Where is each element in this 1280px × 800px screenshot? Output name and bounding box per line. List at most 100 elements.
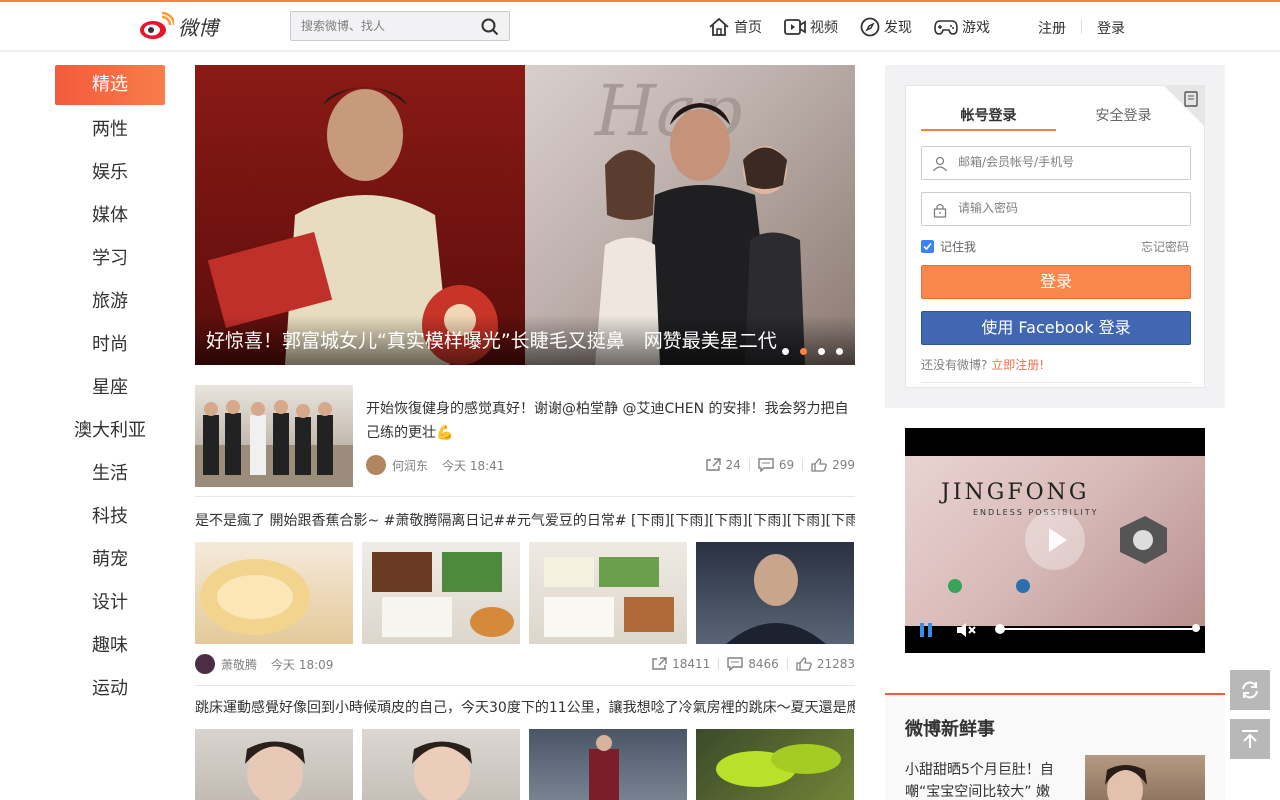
login-tabs: 帐号登录 安全登录 [921, 101, 1191, 131]
category-item[interactable]: 时尚 [55, 323, 165, 366]
feed-post: 开始恢復健身的感觉真好！谢谢@柏堂静 @艾迪CHEN 的安排！我会努力把自己练的… [195, 385, 855, 497]
food-image [372, 552, 514, 637]
news-title: 微博新鲜事 [905, 719, 995, 740]
register-now-link[interactable]: 立即注册! [991, 358, 1044, 372]
login-button[interactable]: 登录 [921, 265, 1191, 299]
video-progress-bar[interactable] [997, 628, 1197, 630]
ad-brand: JINGFONG [941, 480, 1090, 505]
tab-secure-login[interactable]: 安全登录 [1056, 101, 1191, 131]
login-panel: 帐号登录 安全登录 记住我 忘记密码 登录 使用 Facebook 登录 还没有… [885, 65, 1225, 408]
carousel-dot[interactable] [836, 348, 843, 355]
post-image[interactable] [696, 542, 854, 644]
post-image[interactable] [195, 542, 353, 644]
post-text[interactable]: 开始恢復健身的感觉真好！谢谢@柏堂静 @艾迪CHEN 的安排！我会努力把自己练的… [366, 397, 855, 445]
hero-carousel[interactable]: Hap 好惊喜！郭富城女儿“真实模样曝光”长睫毛又挺鼻 网赞最美星二代 [195, 65, 855, 365]
post-image[interactable] [362, 729, 520, 800]
remember-me[interactable]: 记住我 [921, 238, 976, 255]
avatar[interactable] [195, 654, 215, 674]
post-meta: 何润东 今天 18:41 [366, 455, 504, 475]
like-button[interactable]: 21283 [796, 657, 855, 671]
nav-game[interactable]: 游戏 [934, 17, 990, 37]
like-count: 299 [832, 458, 855, 472]
category-item[interactable]: 生活 [55, 452, 165, 495]
post-author[interactable]: 何润东 [392, 457, 428, 474]
category-item[interactable]: 娱乐 [55, 151, 165, 194]
post-time: 今天 18:41 [442, 458, 505, 473]
weibo-logo[interactable]: 微博 [138, 8, 218, 44]
carousel-dot[interactable] [818, 348, 825, 355]
gamepad-icon [934, 20, 958, 35]
category-item[interactable]: 学习 [55, 237, 165, 280]
avatar[interactable] [366, 455, 386, 475]
comment-button[interactable]: 69 [758, 458, 794, 472]
home-icon [709, 17, 729, 36]
news-thumbnail[interactable] [1085, 755, 1205, 800]
back-to-top-button[interactable] [1230, 719, 1270, 759]
remember-checkbox[interactable] [921, 240, 934, 253]
category-item[interactable]: 运动 [55, 667, 165, 710]
person-image [726, 554, 826, 644]
progress-handle[interactable] [995, 624, 1005, 634]
weibo-logo-icon [140, 11, 174, 39]
category-item[interactable]: 趣味 [55, 624, 165, 667]
no-account-text: 还没有微博? [921, 358, 988, 372]
forgot-password-link[interactable]: 忘记密码 [1141, 238, 1189, 255]
category-item-featured[interactable]: 精选 [55, 65, 165, 105]
post-image[interactable] [195, 729, 353, 800]
comment-icon [758, 458, 774, 472]
post-text[interactable]: 跳床運動感覺好像回到小時候頑皮的自己，今天30度下的11公里，讓我想唸了冷氣房裡… [195, 697, 855, 717]
repost-button[interactable]: 18411 [651, 657, 710, 671]
carousel-dot[interactable] [782, 348, 789, 355]
hero-caption[interactable]: 好惊喜！郭富城女儿“真实模样曝光”长睫毛又挺鼻 网赞最美星二代 [206, 326, 777, 353]
post-author[interactable]: 萧敬腾 [221, 656, 257, 673]
search-input[interactable] [291, 12, 471, 40]
category-item[interactable]: 澳大利亚 [55, 409, 165, 452]
post-thumbnail[interactable] [195, 385, 353, 487]
like-button[interactable]: 299 [811, 458, 855, 472]
remember-label: 记住我 [940, 240, 977, 254]
news-item-text[interactable]: 小甜甜晒5个月巨肚！自嘲“宝宝空间比较大” 嫩白… [905, 759, 1075, 800]
category-item[interactable]: 媒体 [55, 194, 165, 237]
gym-image [589, 735, 619, 800]
category-item[interactable]: 两性 [55, 108, 165, 151]
repost-button[interactable]: 24 [705, 458, 741, 472]
login-link[interactable]: 登录 [1097, 18, 1125, 38]
post-meta: 萧敬腾 今天 18:09 [195, 654, 333, 674]
nav-home[interactable]: 首页 [708, 17, 762, 37]
video-controls [905, 618, 1205, 642]
video-ad[interactable]: JINGFONG ENDLESS POSSIBILITY [905, 428, 1205, 653]
compass-icon [860, 17, 880, 37]
search-icon[interactable] [481, 18, 499, 36]
register-link[interactable]: 注册 [1038, 18, 1066, 38]
post-image[interactable] [696, 729, 854, 800]
post-image[interactable] [362, 542, 520, 644]
register-prompt: 还没有微博? 立即注册! [921, 356, 1044, 373]
password-input[interactable] [958, 201, 1178, 215]
facebook-login-button[interactable]: 使用 Facebook 登录 [921, 311, 1191, 345]
repost-count: 18411 [672, 657, 711, 671]
carousel-dot-active[interactable] [800, 348, 807, 355]
category-item[interactable]: 萌宠 [55, 538, 165, 581]
comment-count: 8466 [748, 657, 779, 671]
tab-account-login[interactable]: 帐号登录 [921, 101, 1056, 131]
post-image[interactable] [529, 729, 687, 800]
post-image[interactable] [529, 542, 687, 644]
nav-discover[interactable]: 发现 [860, 17, 912, 37]
username-input[interactable] [958, 155, 1178, 169]
lock-icon [933, 203, 947, 218]
category-item[interactable]: 设计 [55, 581, 165, 624]
play-button[interactable] [1025, 510, 1085, 570]
pause-icon[interactable] [919, 622, 933, 638]
category-item[interactable]: 星座 [55, 366, 165, 409]
post-text[interactable]: 是不是瘋了 開始跟香蕉合影~ #萧敬腾隔离日记##元气爱豆的日常# [下雨][下… [195, 510, 855, 530]
mute-icon[interactable] [955, 621, 977, 639]
thumbs-up-icon [796, 657, 812, 671]
category-item[interactable]: 旅游 [55, 280, 165, 323]
nav-video[interactable]: 视频 [784, 17, 838, 37]
volume-handle[interactable] [1192, 624, 1200, 632]
logo-text: 微博 [178, 15, 218, 40]
category-item[interactable]: 科技 [55, 495, 165, 538]
comment-button[interactable]: 8466 [727, 657, 779, 671]
post-image-row [195, 542, 855, 644]
refresh-button[interactable] [1230, 670, 1270, 710]
